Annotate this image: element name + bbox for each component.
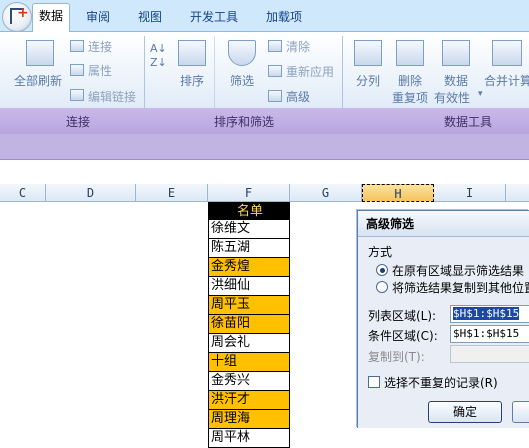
column-header-c[interactable]: C xyxy=(0,184,46,202)
advanced-filter-icon xyxy=(268,90,282,102)
edit-links-icon xyxy=(70,89,84,101)
remove-duplicates-button[interactable]: 删除 xyxy=(398,72,422,89)
list-cell[interactable]: 周平玉 xyxy=(208,296,290,315)
option-copy-label[interactable]: 将筛选结果复制到其他位置 xyxy=(392,279,529,296)
data-validation-icon xyxy=(442,40,470,66)
group-label-sort-filter: 排序和筛选 xyxy=(214,115,275,129)
list-cell[interactable]: 十组 xyxy=(208,353,290,372)
connections-button[interactable]: 连接 xyxy=(88,38,112,55)
refresh-all-icon xyxy=(26,40,54,66)
list-cell[interactable]: 洪汗才 xyxy=(208,391,290,410)
column-header-partial[interactable] xyxy=(506,184,529,202)
list-cell[interactable]: 徐维文 xyxy=(208,220,290,239)
group-label-connections: 连接 xyxy=(66,115,91,129)
criteria-range-label: 条件区域(C): xyxy=(368,329,438,343)
properties-icon xyxy=(70,64,84,76)
list-cell[interactable]: 金秀兴 xyxy=(208,372,290,391)
criteria-range-input[interactable]: $H$1:$H$15 xyxy=(450,325,529,343)
toolbar-gap xyxy=(0,160,529,184)
column-header-d[interactable]: D xyxy=(46,184,136,202)
list-cell[interactable]: 徐苗阳 xyxy=(208,315,290,334)
list-cell[interactable]: 陈五湖 xyxy=(208,239,290,258)
list-range-value: $H$1:$H$15 xyxy=(453,307,520,320)
edit-links-button[interactable]: 编辑链接 xyxy=(88,88,136,105)
sort-ascending-icon[interactable]: A↓ Z↓ xyxy=(150,42,167,70)
advanced-filter-dialog: 高级筛选 方式 在原有区域显示筛选结果 将筛选结果复制到其他位置 列表区域(L)… xyxy=(357,210,529,428)
column-header-g[interactable]: G xyxy=(290,184,362,202)
data-validation-button[interactable]: 数据 xyxy=(444,72,468,89)
advanced-button[interactable]: 高级 xyxy=(286,88,310,105)
reapply-button[interactable]: 重新应用 xyxy=(286,63,334,80)
cancel-button[interactable] xyxy=(512,401,529,423)
split-button[interactable]: 分列 xyxy=(356,72,380,89)
dialog-title[interactable]: 高级筛选 xyxy=(358,211,529,237)
data-validation-label-line2: 有效性 xyxy=(434,91,471,105)
reapply-icon xyxy=(268,65,282,77)
sort-button[interactable]: 排序 xyxy=(180,72,204,89)
tab-view[interactable]: 视图 xyxy=(132,6,168,32)
column-header-e[interactable]: E xyxy=(136,184,208,202)
list-cell[interactable]: 周会礼 xyxy=(208,334,290,353)
method-label: 方式 xyxy=(368,245,393,259)
filter-button[interactable]: 筛选 xyxy=(230,72,254,89)
list-cell[interactable]: 周平林 xyxy=(208,429,290,448)
option-in-place-label[interactable]: 在原有区域显示筛选结果 xyxy=(392,262,524,279)
tab-addins[interactable]: 加载项 xyxy=(260,6,308,32)
column-header-h[interactable]: H xyxy=(362,184,434,202)
remove-duplicates-label-line2: 重复项 xyxy=(392,91,429,105)
group-label-data-tools: 数据工具 xyxy=(444,115,493,129)
consolidate-icon xyxy=(492,40,522,66)
clear-button[interactable]: 清除 xyxy=(286,38,310,55)
properties-button[interactable]: 属性 xyxy=(88,62,112,79)
ok-button[interactable]: 确定 xyxy=(428,401,502,423)
consolidate-button[interactable]: 合并计算 xyxy=(484,72,529,89)
list-range-input[interactable]: $H$1:$H$15 xyxy=(450,305,529,323)
ribbon-tab-bar: + 数据 审阅 视图 开发工具 加载项 xyxy=(0,0,529,32)
tab-developer[interactable]: 开发工具 xyxy=(184,6,244,32)
tab-review[interactable]: 审阅 xyxy=(80,6,116,32)
clear-filter-icon xyxy=(268,40,282,52)
formula-bar[interactable] xyxy=(0,134,529,160)
list-range-label: 列表区域(L): xyxy=(368,309,437,323)
chevron-down-icon[interactable]: ▾ xyxy=(478,89,483,99)
remove-duplicates-icon xyxy=(396,40,424,66)
unique-records-label[interactable]: 选择不重复的记录(R) xyxy=(384,374,498,391)
text-to-columns-icon xyxy=(354,40,382,66)
connections-icon xyxy=(70,40,84,52)
copy-to-label: 复制到(T): xyxy=(368,350,425,364)
list-cell[interactable]: 洪细仙 xyxy=(208,277,290,296)
column-header-f[interactable]: F xyxy=(208,184,290,202)
list-cell[interactable]: 金秀煌 xyxy=(208,258,290,277)
office-button[interactable]: + xyxy=(2,2,32,32)
unique-records-checkbox[interactable] xyxy=(368,376,380,388)
copy-to-input[interactable] xyxy=(450,345,529,363)
list-cell[interactable]: 周理海 xyxy=(208,410,290,429)
column-header-i[interactable]: I xyxy=(434,184,506,202)
refresh-all-button[interactable]: 全部刷新 xyxy=(14,72,62,89)
plus-icon: + xyxy=(17,5,29,21)
sort-icon xyxy=(178,40,206,66)
radio-copy-to[interactable] xyxy=(376,281,388,293)
list-header-cell[interactable]: 名单 xyxy=(208,202,290,220)
radio-in-place[interactable] xyxy=(376,264,388,276)
tab-data[interactable]: 数据 xyxy=(32,3,71,32)
